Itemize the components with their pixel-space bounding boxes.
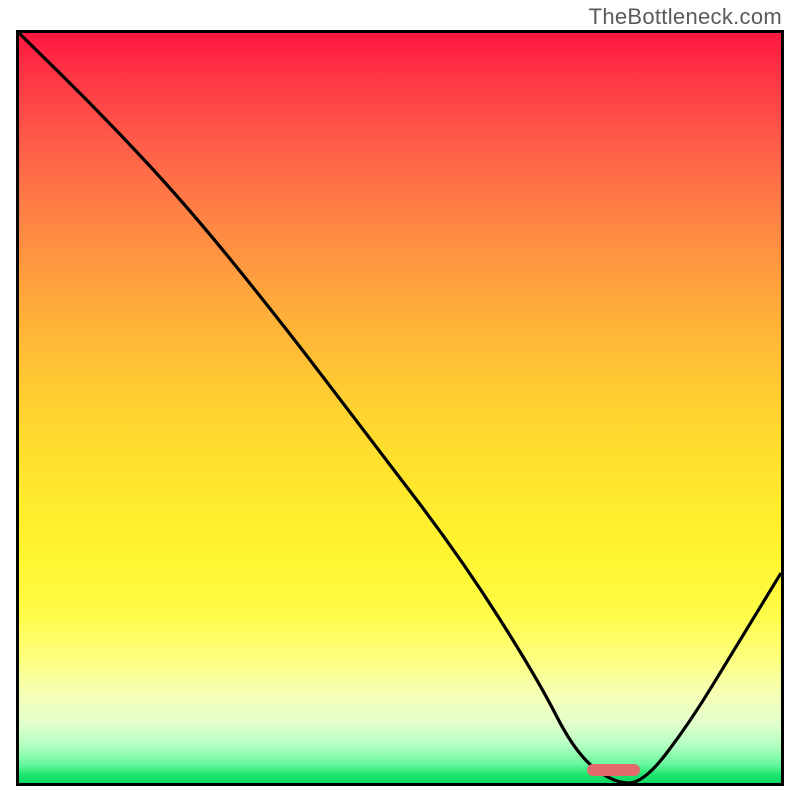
optimum-range-mark <box>587 764 640 776</box>
watermark-text: TheBottleneck.com <box>589 4 782 30</box>
chart-frame <box>16 30 784 786</box>
bottleneck-curve <box>19 33 781 783</box>
curve-path <box>19 33 781 783</box>
